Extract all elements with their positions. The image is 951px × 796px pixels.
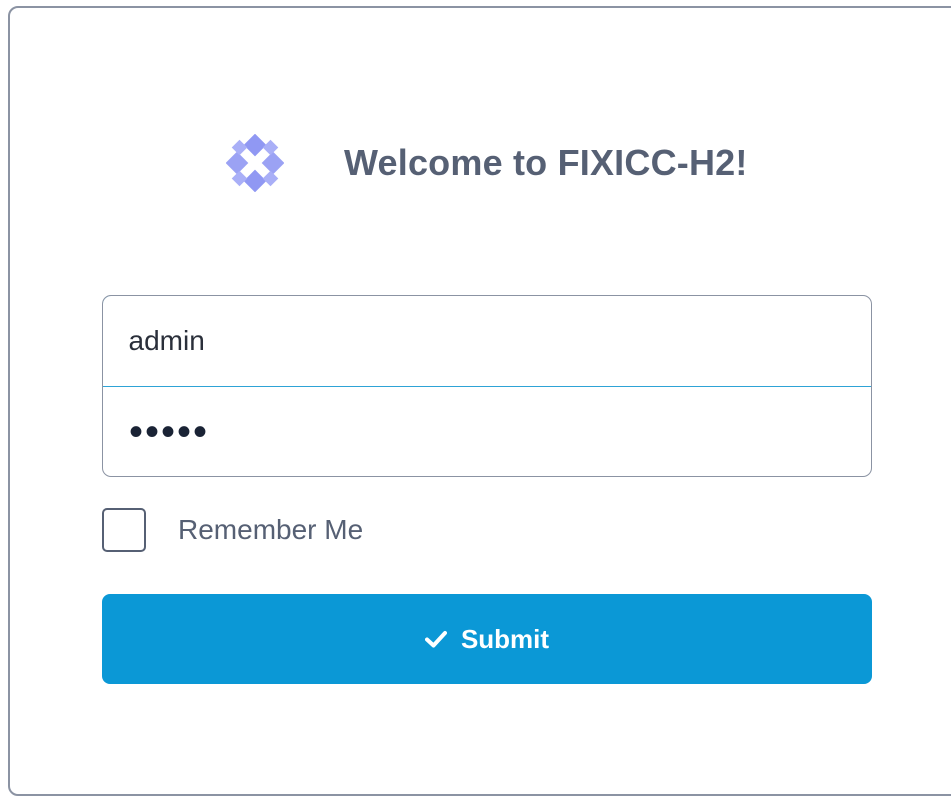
remember-me[interactable]: Remember Me <box>102 508 363 552</box>
submit-button-label: Submit <box>460 623 550 654</box>
credentials-group <box>102 295 872 477</box>
remember-me-checkbox[interactable] <box>102 508 146 552</box>
password-input[interactable] <box>103 387 871 476</box>
username-input[interactable] <box>103 296 871 387</box>
remember-me-label: Remember Me <box>178 514 364 545</box>
login-header: Welcome to FIXICC-H2! <box>226 134 748 192</box>
submit-button[interactable]: Submit <box>102 594 872 684</box>
checkmark-icon <box>424 631 447 648</box>
app-logo-icon <box>226 134 284 192</box>
page-title: Welcome to FIXICC-H2! <box>344 142 748 183</box>
